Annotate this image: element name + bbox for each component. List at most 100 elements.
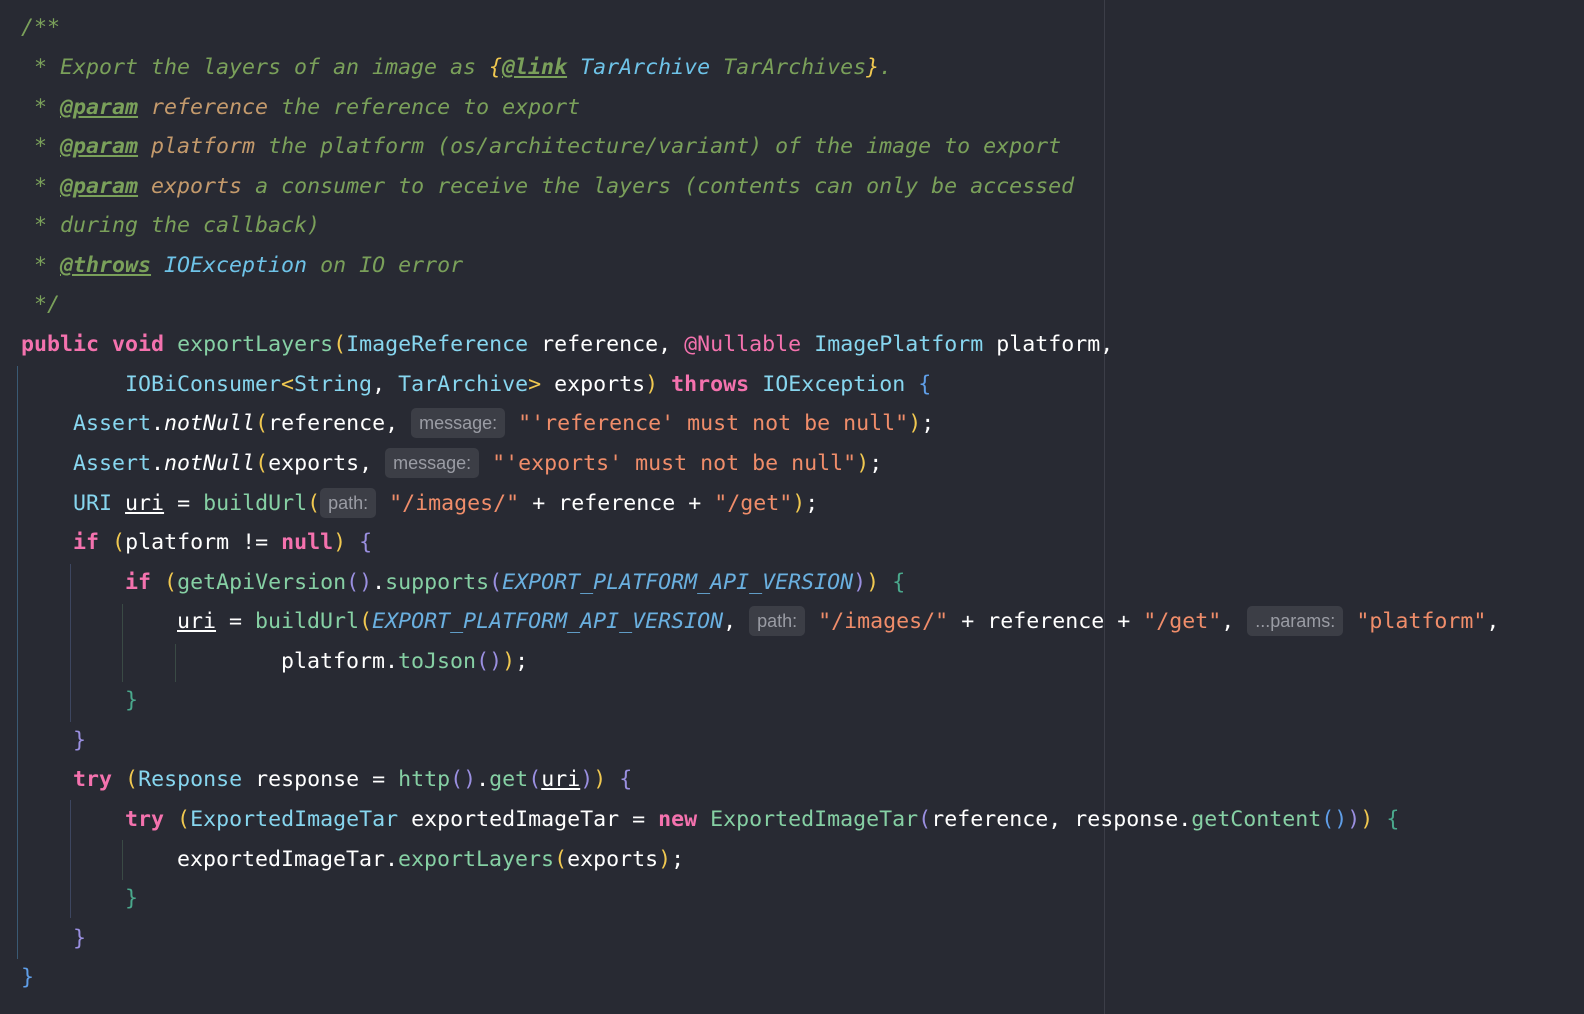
string-literal: "/images/": [389, 491, 520, 516]
doc-link-type[interactable]: TarArchive: [580, 55, 710, 80]
keyword: if: [125, 570, 152, 595]
param-hint-message: message:: [411, 408, 506, 438]
doc-comment-close: */: [21, 292, 61, 317]
code-line-1[interactable]: /**: [21, 8, 60, 48]
code-line-7[interactable]: * @throws IOException on IO error: [21, 246, 463, 286]
class-name[interactable]: Assert: [73, 411, 151, 436]
code-line-2[interactable]: * Export the layers of an image as {@lin…: [21, 48, 892, 88]
doc-star: *: [21, 253, 61, 278]
code-line-3[interactable]: * @param reference the reference to expo…: [21, 88, 580, 128]
doc-period: .: [879, 55, 893, 80]
method-name[interactable]: toJson: [398, 649, 476, 674]
brace: {: [1386, 807, 1400, 832]
code-line-20[interactable]: try (Response response = http().get(uri)…: [21, 760, 632, 800]
paren: (: [255, 451, 269, 476]
doc-text: * Export the layers of an image as: [21, 55, 490, 80]
code-line-15[interactable]: if (getApiVersion().supports(EXPORT_PLAT…: [21, 563, 905, 603]
paren: ): [792, 491, 806, 516]
type-name[interactable]: IOException: [762, 372, 905, 397]
code-line-11[interactable]: Assert.notNull(reference, message: "'ref…: [21, 404, 934, 444]
code-line-6[interactable]: * during the callback): [21, 206, 320, 246]
code-line-21[interactable]: try (ExportedImageTar exportedImageTar =…: [21, 800, 1399, 840]
type-name[interactable]: Response: [138, 767, 242, 792]
keyword: if: [73, 530, 100, 555]
type-name[interactable]: IOBiConsumer: [125, 372, 281, 397]
string-literal: "/get": [714, 491, 793, 516]
code-editor[interactable]: /** * Export the layers of an image as {…: [0, 0, 1584, 1014]
code-line-10[interactable]: IOBiConsumer<String, TarArchive> exports…: [21, 365, 931, 405]
method-name[interactable]: notNull: [164, 411, 255, 436]
paren: (: [554, 847, 568, 872]
doc-throws-tag: @throws: [60, 253, 152, 278]
code-line-25[interactable]: }: [21, 958, 34, 998]
variable: reference: [558, 491, 676, 516]
type-name[interactable]: String: [294, 372, 372, 397]
constant[interactable]: EXPORT_PLATFORM_API_VERSION: [372, 609, 723, 634]
code-line-12[interactable]: Assert.notNull(exports, message: "'expor…: [21, 444, 882, 484]
paren: (: [255, 411, 269, 436]
code-line-17[interactable]: platform.toJson());: [21, 642, 528, 682]
code-line-24[interactable]: }: [21, 919, 86, 959]
paren: ): [593, 767, 607, 792]
code-line-23[interactable]: }: [21, 879, 138, 919]
doc-link-brace: }: [866, 55, 880, 80]
doc-throws-type[interactable]: IOException: [164, 253, 307, 278]
paren: (: [164, 570, 178, 595]
type-name[interactable]: ExportedImageTar: [190, 807, 398, 832]
param-name: platform: [996, 332, 1101, 357]
method-name[interactable]: supports: [385, 570, 489, 595]
constant[interactable]: EXPORT_PLATFORM_API_VERSION: [502, 570, 853, 595]
class-name[interactable]: Assert: [73, 451, 151, 476]
doc-param-tag: @param: [60, 134, 139, 159]
string-literal: "'exports' must not be null": [492, 451, 857, 476]
paren: (: [177, 807, 191, 832]
code-line-4[interactable]: * @param platform the platform (os/archi…: [21, 127, 1061, 167]
angle-bracket: >: [528, 372, 542, 397]
code-line-14[interactable]: if (platform != null) {: [21, 523, 372, 563]
keyword: try: [125, 807, 165, 832]
paren: (: [359, 609, 373, 634]
code-line-5[interactable]: * @param exports a consumer to receive t…: [21, 167, 1074, 207]
type-name[interactable]: URI: [73, 491, 112, 516]
type-name[interactable]: ImagePlatform: [814, 332, 983, 357]
constructor-name[interactable]: ExportedImageTar: [710, 807, 918, 832]
brace: {: [619, 767, 633, 792]
brace: {: [892, 570, 906, 595]
method-name[interactable]: getContent: [1191, 807, 1321, 832]
method-name[interactable]: http: [398, 767, 450, 792]
paren: (: [112, 530, 126, 555]
paren: ): [908, 411, 922, 436]
paren: (: [125, 767, 139, 792]
doc-param-desc: the platform (os/architecture/variant) o…: [255, 134, 1062, 159]
paren: ): [866, 570, 880, 595]
doc-link-tag: @link: [502, 55, 568, 80]
keyword: new: [658, 807, 698, 832]
variable: response: [255, 767, 360, 792]
param-name: reference: [541, 332, 659, 357]
type-name[interactable]: ImageReference: [346, 332, 528, 357]
code-line-19[interactable]: }: [21, 721, 86, 761]
code-line-22[interactable]: exportedImageTar.exportLayers(exports);: [21, 840, 684, 880]
code-line-16[interactable]: uri = buildUrl(EXPORT_PLATFORM_API_VERSI…: [21, 602, 1499, 642]
code-line-8[interactable]: */: [21, 285, 60, 325]
doc-comment-open: /**: [21, 15, 61, 40]
method-name[interactable]: getApiVersion: [177, 570, 346, 595]
method-name[interactable]: buildUrl: [255, 609, 359, 634]
paren: (: [489, 570, 503, 595]
param-hint-path: path:: [749, 606, 806, 636]
param-hint-message: message:: [385, 448, 480, 478]
variable: response: [1074, 807, 1179, 832]
annotation[interactable]: @Nullable: [684, 332, 801, 357]
method-name[interactable]: get: [489, 767, 528, 792]
paren: (: [918, 807, 932, 832]
keyword: throws: [671, 372, 750, 397]
code-line-9[interactable]: public void exportLayers(ImageReference …: [21, 325, 1113, 365]
method-name[interactable]: buildUrl: [203, 491, 307, 516]
type-name[interactable]: TarArchive: [398, 372, 528, 397]
method-name[interactable]: exportLayers: [398, 847, 554, 872]
code-line-13[interactable]: URI uri = buildUrl(path: "/images/" + re…: [21, 484, 818, 524]
code-line-18[interactable]: }: [21, 681, 138, 721]
method-name[interactable]: notNull: [164, 451, 255, 476]
paren: ): [856, 451, 870, 476]
method-name[interactable]: exportLayers: [177, 332, 333, 357]
